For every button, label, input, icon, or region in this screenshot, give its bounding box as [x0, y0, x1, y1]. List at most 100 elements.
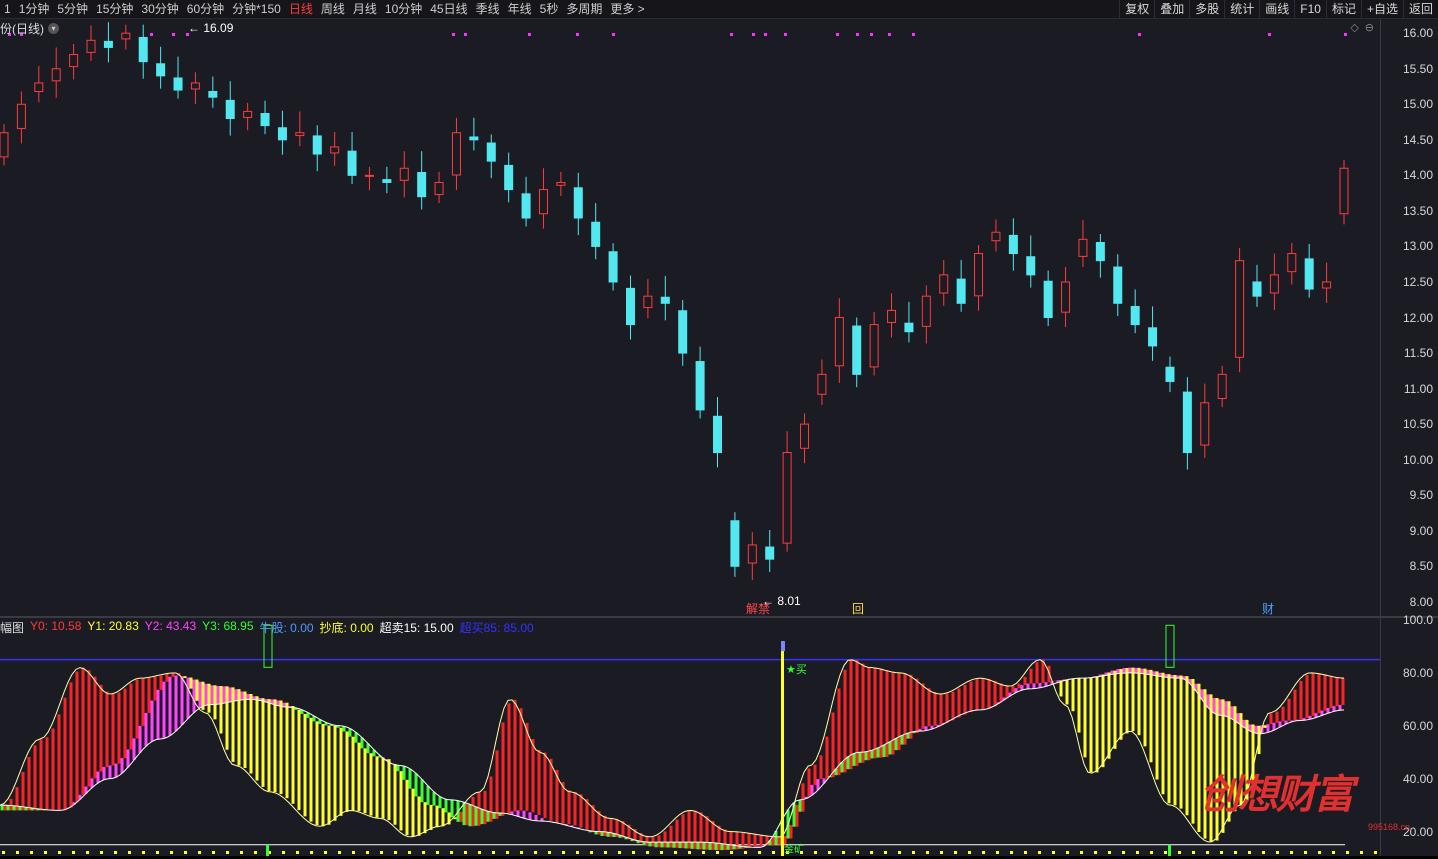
candle-body [364, 174, 374, 177]
candle-body [103, 40, 113, 48]
price-tick: 13.50 [1402, 203, 1433, 218]
high-price-label: ← 16.09 [188, 21, 234, 35]
period-tab[interactable]: 30分钟 [137, 0, 182, 18]
candle-body [713, 415, 723, 454]
candle-body [1182, 391, 1192, 454]
indicator-tick: 60.00 [1402, 718, 1433, 733]
buy-cap [781, 641, 785, 652]
baseline-dot [1304, 851, 1307, 854]
candle-body [16, 103, 26, 129]
period-tab[interactable]: 月线 [349, 0, 381, 18]
price-tick: 10.50 [1402, 417, 1433, 432]
candle-body [1165, 366, 1175, 382]
candle-body [1148, 327, 1158, 347]
period-tab[interactable]: 多周期 [562, 0, 606, 18]
baseline-dot [576, 851, 579, 854]
baseline-dot [338, 851, 341, 854]
event-marker: 解禁 [746, 602, 770, 616]
baseline-dot [618, 851, 621, 854]
period-tab[interactable]: 10分钟 [381, 0, 426, 18]
toolbar-button[interactable]: 画线 [1259, 0, 1294, 18]
price-tick: 15.50 [1402, 61, 1433, 76]
chart-title-text: 份(日线) [0, 22, 44, 36]
toolbar-button[interactable]: 标记 [1325, 0, 1361, 18]
minus-circle-icon[interactable]: ⊖ [1365, 21, 1374, 34]
toolbar-button[interactable]: 复权 [1119, 0, 1154, 18]
signal-stem [266, 844, 269, 856]
baseline-dot [310, 851, 313, 854]
event-dot [452, 33, 455, 36]
candle-body [243, 110, 253, 118]
period-tab[interactable]: 分钟*150 [228, 0, 285, 18]
baseline-dot [1136, 851, 1139, 854]
toolbar-button[interactable]: 叠加 [1154, 0, 1189, 18]
candle-body [1095, 242, 1105, 262]
candlestick-chart[interactable]: ← 16.09← 8.01解禁回财 [0, 19, 1380, 616]
baseline-dot [814, 851, 817, 854]
price-tick: 10.00 [1402, 452, 1433, 467]
candle-body [852, 325, 862, 375]
baseline-dot [1248, 851, 1251, 854]
baseline-dot [128, 851, 131, 854]
baseline-dot [478, 851, 481, 854]
candle-body [208, 90, 218, 98]
toolbar-button[interactable]: +自选 [1360, 0, 1403, 18]
period-tab[interactable]: 周线 [317, 0, 349, 18]
period-tab[interactable]: 45日线 [426, 0, 471, 18]
period-tab[interactable]: 更多 > [606, 0, 648, 18]
price-tick: 9.50 [1409, 488, 1433, 503]
candle-body [1287, 253, 1297, 273]
candle-body [834, 317, 844, 367]
baseline-dot [100, 851, 103, 854]
period-tab[interactable]: 60分钟 [183, 0, 228, 18]
period-tab[interactable]: 1分钟 [15, 0, 54, 18]
candle-body [1026, 256, 1036, 276]
period-tab[interactable]: 15分钟 [92, 0, 137, 18]
period-tab[interactable]: 5分钟 [53, 0, 92, 18]
candle-body [347, 150, 357, 176]
indicator-pane[interactable]: ★买 金矿 [0, 618, 1380, 856]
baseline-dot [660, 851, 663, 854]
baseline-dot [212, 851, 215, 854]
toolbar-button[interactable]: 返回 [1402, 0, 1438, 18]
candle-body [1113, 266, 1123, 304]
candle-body [295, 132, 305, 137]
legend-item: 超卖15: 15.00 [379, 621, 454, 635]
price-tick: 8.00 [1409, 594, 1433, 609]
baseline-dot [716, 851, 719, 854]
baseline-dot [898, 851, 901, 854]
period-tab[interactable]: 1 [0, 0, 15, 18]
event-dot [1344, 33, 1347, 36]
candle-body [312, 135, 322, 155]
chevron-down-icon[interactable]: ▾ [48, 23, 59, 34]
candle-body [1304, 258, 1314, 290]
toolbar-button[interactable]: 统计 [1224, 0, 1259, 18]
candle-body [1252, 281, 1262, 297]
period-tab[interactable]: 日线 [285, 0, 317, 18]
event-dot [1138, 33, 1141, 36]
price-tick: 9.00 [1409, 523, 1433, 538]
price-chart-pane[interactable]: ← 16.09 ← 8.01 解禁回财 [0, 19, 1380, 616]
candle-body [190, 82, 200, 90]
baseline-dot [842, 851, 845, 854]
candle-body [956, 278, 966, 304]
indicator-chart[interactable]: ★买金矿 [0, 618, 1380, 856]
candle-body [225, 99, 235, 119]
period-tab[interactable]: 5秒 [536, 0, 563, 18]
baseline-dot [926, 851, 929, 854]
candle-body [69, 54, 79, 68]
toolbar-button[interactable]: F10 [1294, 0, 1326, 18]
diamond-icon[interactable]: ◇ [1350, 21, 1358, 34]
baseline-dot [226, 851, 229, 854]
period-tab[interactable]: 年线 [504, 0, 536, 18]
period-tab[interactable]: 季线 [472, 0, 504, 18]
chart-title: 份(日线) ▾ [0, 20, 59, 37]
baseline-dot [1220, 851, 1223, 854]
toolbar-button[interactable]: 多股 [1189, 0, 1224, 18]
candle-body [1061, 281, 1071, 313]
legend-item: 超买85: 85.00 [459, 621, 534, 635]
event-dot [764, 33, 767, 36]
candle-body [121, 32, 131, 40]
candle-body [260, 113, 270, 127]
baseline-dot [16, 851, 19, 854]
